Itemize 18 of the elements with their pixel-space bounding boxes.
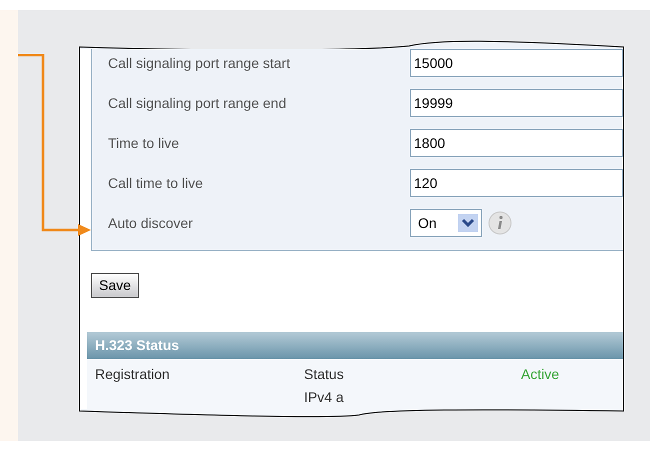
input-field[interactable]: 15000 xyxy=(410,49,623,77)
table-cell-text: IPv4 a xyxy=(304,388,345,407)
table-cell-text: Active xyxy=(521,365,560,384)
field-label: Call signaling port range end xyxy=(107,94,288,113)
status-header: H.323 Status xyxy=(87,332,623,359)
field-label: Call time to live xyxy=(107,174,204,192)
input-field[interactable]: 120 xyxy=(410,169,623,197)
field-label: Call signaling port range start xyxy=(107,54,292,73)
field-label: Time to live xyxy=(107,134,180,152)
save-button[interactable]: Save xyxy=(91,273,139,298)
field-label: Auto discover xyxy=(107,214,194,232)
info-icon[interactable] xyxy=(488,211,512,235)
dropdown[interactable]: On xyxy=(410,209,482,237)
table-cell-text: Registration xyxy=(94,365,171,384)
input-field[interactable]: 19999 xyxy=(410,89,623,117)
table-cell-text: Status xyxy=(304,365,345,384)
chevron-down-icon xyxy=(458,214,478,232)
input-field[interactable]: 1800 xyxy=(410,129,623,157)
